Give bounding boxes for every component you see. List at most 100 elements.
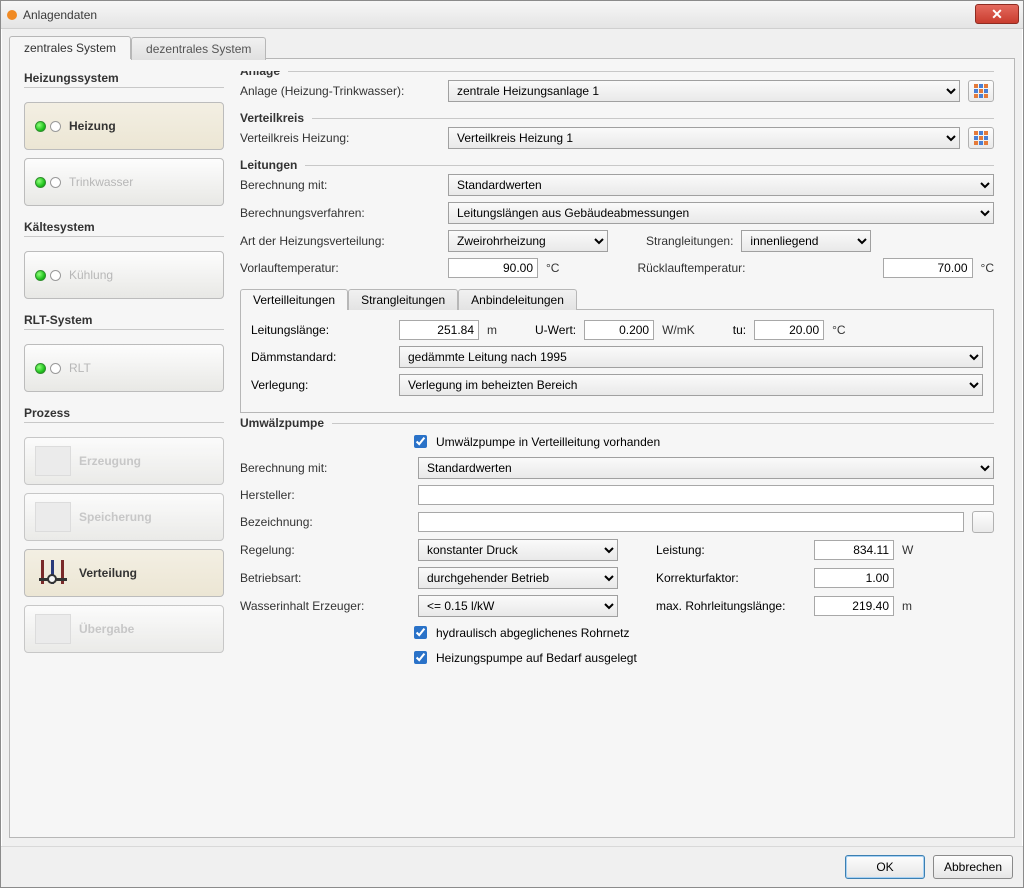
- group-leitungen: Leitungen Berechnung mit: Standardwerten…: [240, 165, 994, 413]
- select-wasserinhalt[interactable]: <= 0.15 l/kW: [418, 595, 618, 617]
- checkbox-hydraulisch-input[interactable]: [414, 626, 427, 639]
- input-uwert[interactable]: [584, 320, 654, 340]
- label-vorlauftemperatur: Vorlauftemperatur:: [240, 261, 440, 275]
- checkbox-pumpe-vorhanden-input[interactable]: [414, 435, 427, 448]
- status-dot-icon: [50, 270, 61, 281]
- speicherung-icon: [35, 502, 71, 532]
- tab-anbindeleitungen[interactable]: Anbindeleitungen: [458, 289, 577, 310]
- select-verlegung[interactable]: Verlegung im beheizten Bereich: [399, 374, 983, 396]
- checkbox-pumpe-vorhanden[interactable]: Umwälzpumpe in Verteilleitung vorhanden: [410, 432, 660, 451]
- sidebar-item-trinkwasser[interactable]: Trinkwasser: [24, 158, 224, 206]
- checkbox-bedarf[interactable]: Heizungspumpe auf Bedarf ausgelegt: [410, 648, 637, 667]
- uebergabe-icon: [35, 614, 71, 644]
- label-berechnungsverfahren: Berechnungsverfahren:: [240, 206, 440, 220]
- group-title-leitungen: Leitungen: [240, 158, 305, 172]
- select-daemmstandard[interactable]: gedämmte Leitung nach 1995: [399, 346, 983, 368]
- ok-button[interactable]: OK: [845, 855, 925, 879]
- tab-strangleitungen[interactable]: Strangleitungen: [348, 289, 458, 310]
- label-anlage: Anlage (Heizung-Trinkwasser):: [240, 84, 440, 98]
- status-dot-green-icon: [35, 363, 46, 374]
- bezeichnung-lookup-button[interactable]: [972, 511, 994, 533]
- sidebar-item-label: Speicherung: [79, 510, 152, 524]
- sidebar-item-uebergabe[interactable]: Übergabe: [24, 605, 224, 653]
- input-korrekturfaktor[interactable]: [814, 568, 894, 588]
- sidebar-group-prozess: Prozess: [24, 406, 224, 423]
- sidebar-item-speicherung[interactable]: Speicherung: [24, 493, 224, 541]
- label-daemmstandard: Dämmstandard:: [251, 350, 391, 364]
- label-betriebsart: Betriebsart:: [240, 571, 410, 585]
- app-dot-icon: [7, 10, 17, 20]
- input-ruecklauftemperatur[interactable]: [883, 258, 973, 278]
- input-vorlauftemperatur[interactable]: [448, 258, 538, 278]
- label-regelung: Regelung:: [240, 543, 410, 557]
- sidebar-item-rlt[interactable]: RLT: [24, 344, 224, 392]
- select-pumpe-berechnung[interactable]: Standardwerten: [418, 457, 994, 479]
- label-art-heizungsverteilung: Art der Heizungsverteilung:: [240, 234, 440, 248]
- sidebar-group-kaeltesystem: Kältesystem: [24, 220, 224, 237]
- sidebar-item-label: Kühlung: [69, 268, 113, 282]
- dialog-window: Anlagendaten ✕ zentrales System dezentra…: [0, 0, 1024, 888]
- label-korrekturfaktor: Korrekturfaktor:: [656, 571, 806, 585]
- input-tu[interactable]: [754, 320, 824, 340]
- input-max-rohrleitungslaenge[interactable]: [814, 596, 894, 616]
- select-berechnung-mit[interactable]: Standardwerten: [448, 174, 994, 196]
- anlage-table-button[interactable]: [968, 80, 994, 102]
- label-max-rohrleitungslaenge: max. Rohrleitungslänge:: [656, 599, 806, 613]
- cancel-button[interactable]: Abbrechen: [933, 855, 1013, 879]
- close-button[interactable]: ✕: [975, 4, 1019, 24]
- sidebar-item-label: Verteilung: [79, 566, 137, 580]
- input-leitungslaenge[interactable]: [399, 320, 479, 340]
- label-bezeichnung: Bezeichnung:: [240, 515, 410, 529]
- unit-ruecklauf: °C: [981, 261, 994, 275]
- input-bezeichnung[interactable]: [418, 512, 964, 532]
- sidebar-item-erzeugung[interactable]: Erzeugung: [24, 437, 224, 485]
- tab-central-system[interactable]: zentrales System: [9, 36, 131, 59]
- status-dot-icon: [50, 177, 61, 188]
- select-berechnungsverfahren[interactable]: Leitungslängen aus Gebäudeabmessungen: [448, 202, 994, 224]
- status-dot-icon: [50, 363, 61, 374]
- label-leitungslaenge: Leitungslänge:: [251, 323, 391, 337]
- label-verteilkreis: Verteilkreis Heizung:: [240, 131, 440, 145]
- leitungen-subtabs: Verteilleitungen Strangleitungen Anbinde…: [240, 288, 994, 309]
- sidebar-item-heizung[interactable]: Heizung: [24, 102, 224, 150]
- select-art-heizungsverteilung[interactable]: Zweirohrheizung: [448, 230, 608, 252]
- checkbox-hydraulisch[interactable]: hydraulisch abgeglichenes Rohrnetz: [410, 623, 629, 642]
- unit-leistung: W: [902, 543, 913, 557]
- label-berechnung-mit: Berechnung mit:: [240, 178, 440, 192]
- label-verlegung: Verlegung:: [251, 378, 391, 392]
- tab-verteilleitungen[interactable]: Verteilleitungen: [240, 289, 348, 310]
- checkbox-hydraulisch-label: hydraulisch abgeglichenes Rohrnetz: [436, 626, 629, 640]
- table-icon: [974, 131, 988, 145]
- sidebar: Heizungssystem Heizung Trinkwasser Kälte…: [24, 71, 224, 825]
- unit-uwert: W/mK: [662, 323, 695, 337]
- main-tabs: zentrales System dezentrales System: [9, 35, 1015, 58]
- label-uwert: U-Wert:: [535, 323, 576, 337]
- select-regelung[interactable]: konstanter Druck: [418, 539, 618, 561]
- sidebar-item-label: Trinkwasser: [69, 175, 133, 189]
- select-betriebsart[interactable]: durchgehender Betrieb: [418, 567, 618, 589]
- sidebar-item-kuehlung[interactable]: Kühlung: [24, 251, 224, 299]
- sidebar-item-label: Heizung: [69, 119, 116, 133]
- sidebar-item-label: RLT: [69, 361, 91, 375]
- status-dot-green-icon: [35, 121, 46, 132]
- panel-verteilleitungen: Leitungslänge: m U-Wert: W/mK tu: °C: [240, 309, 994, 413]
- verteilkreis-table-button[interactable]: [968, 127, 994, 149]
- select-anlage[interactable]: zentrale Heizungsanlage 1: [448, 80, 960, 102]
- group-umwaelzpumpe: Umwälzpumpe Umwälzpumpe in Verteilleitun…: [240, 423, 994, 673]
- sidebar-item-verteilung[interactable]: Verteilung: [24, 549, 224, 597]
- tab-decentral-system[interactable]: dezentrales System: [131, 37, 266, 60]
- dialog-footer: OK Abbrechen: [1, 846, 1023, 887]
- sidebar-group-rlt-system: RLT-System: [24, 313, 224, 330]
- unit-tu: °C: [832, 323, 845, 337]
- label-strangleitungen: Strangleitungen:: [646, 234, 733, 248]
- erzeugung-icon: [35, 446, 71, 476]
- label-tu: tu:: [733, 323, 746, 337]
- label-wasserinhalt: Wasserinhalt Erzeuger:: [240, 599, 410, 613]
- select-verteilkreis[interactable]: Verteilkreis Heizung 1: [448, 127, 960, 149]
- group-anlage: Anlage Anlage (Heizung-Trinkwasser): zen…: [240, 71, 994, 108]
- input-leistung[interactable]: [814, 540, 894, 560]
- input-hersteller[interactable]: [418, 485, 994, 505]
- checkbox-bedarf-input[interactable]: [414, 651, 427, 664]
- label-hersteller: Hersteller:: [240, 488, 410, 502]
- select-strangleitungen[interactable]: innenliegend: [741, 230, 871, 252]
